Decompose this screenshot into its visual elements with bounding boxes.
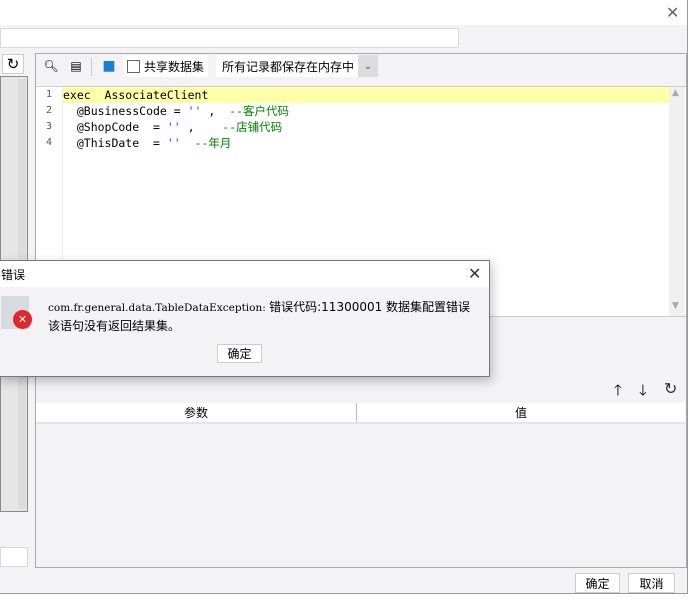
code-line[interactable]: 4 @ThisDate = '' --年月 — [36, 135, 231, 151]
code-line[interactable]: 1 exec AssociateClient — [36, 87, 208, 103]
code-line[interactable]: 2 @BusinessCode = '' , --客户代码 — [36, 103, 289, 119]
editor-scrollbar[interactable]: ▲ ▼ — [669, 87, 685, 316]
code-token: , — [201, 104, 230, 118]
error-icon: ✕ — [1, 296, 32, 329]
move-up-icon[interactable]: 🡑 — [614, 380, 622, 405]
toolbar-divider — [91, 58, 92, 76]
share-dataset-label: 共享数据集 — [144, 59, 205, 74]
window-titlebar: ✕ — [0, 0, 687, 25]
code-token: '' — [166, 120, 181, 134]
error-message-line2: 该语句没有返回结果集。 — [48, 319, 181, 333]
code-token: exec AssociateClient — [63, 88, 209, 102]
code-token: @ShopCode = — [63, 120, 167, 134]
storage-select-value: 所有记录都保存在内存中 — [222, 59, 355, 74]
chevron-down-icon[interactable]: ⌄ — [358, 55, 378, 77]
dataset-name-input[interactable] — [0, 28, 459, 48]
refresh-params-icon[interactable]: ↻ — [664, 379, 677, 398]
code-line[interactable]: 3 @ShopCode = '' , --店铺代码 — [36, 119, 282, 135]
params-table-header: 参数 值 — [36, 403, 685, 424]
code-token: --年月 — [194, 136, 232, 150]
code-token: '' — [187, 104, 202, 118]
error-message-line1: com.fr.general.data.TableDataException: … — [48, 300, 471, 314]
line-number: 3 — [45, 121, 53, 132]
code-token: @BusinessCode = — [63, 104, 188, 118]
dialog-ok-button[interactable]: 确定 — [217, 344, 262, 363]
share-dataset-checkbox[interactable]: 共享数据集 — [123, 55, 208, 77]
code-token: '' — [166, 136, 181, 150]
move-down-icon[interactable]: 🡓 — [639, 380, 647, 405]
close-icon[interactable]: ✕ — [666, 5, 679, 21]
line-number: 1 — [45, 89, 53, 100]
checkbox-box[interactable] — [127, 59, 140, 73]
line-number: 2 — [45, 105, 53, 116]
dialog-titlebar: 错误 ✕ — [0, 261, 489, 287]
scroll-up-icon[interactable]: ▲ — [672, 88, 679, 98]
column-header-param[interactable]: 参数 — [36, 403, 357, 422]
code-token: , — [180, 120, 223, 134]
cancel-button[interactable]: 取消 — [628, 573, 675, 593]
line-number: 4 — [45, 137, 53, 148]
parameter-icon[interactable]: ■ — [100, 57, 118, 75]
preview-icon[interactable]: 🔍︎ — [42, 57, 60, 75]
code-token: --客户代码 — [229, 104, 290, 118]
search-input[interactable] — [0, 547, 28, 567]
dialog-title: 错误 — [1, 268, 26, 282]
code-token: @ThisDate = — [63, 136, 167, 150]
error-dialog: 错误 ✕ ✕ com.fr.general.data.TableDataExce… — [0, 260, 490, 377]
column-header-value[interactable]: 值 — [357, 403, 685, 422]
ok-button[interactable]: 确定 — [575, 573, 620, 593]
storage-select[interactable]: 所有记录都保存在内存中 ⌄ — [216, 55, 378, 77]
code-token: --店铺代码 — [222, 120, 283, 134]
scroll-down-icon[interactable]: ▼ — [672, 301, 679, 311]
sql-icon[interactable]: ▤ — [67, 57, 85, 75]
refresh-icon[interactable]: ↻ — [2, 54, 24, 74]
dialog-close-icon[interactable]: ✕ — [468, 266, 481, 282]
